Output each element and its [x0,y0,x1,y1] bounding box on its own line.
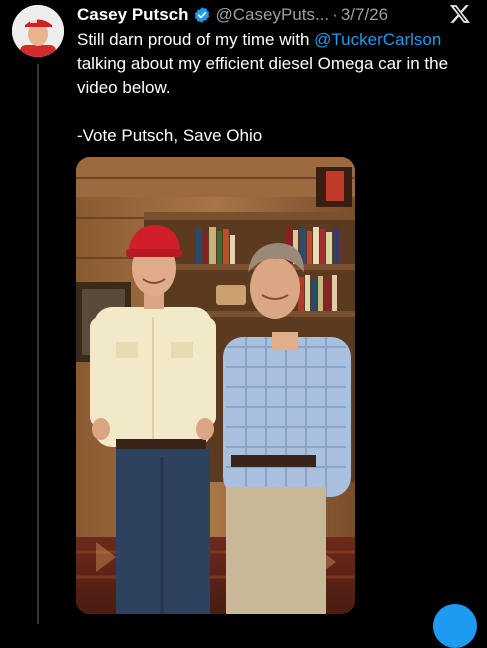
avatar[interactable] [12,5,64,57]
tweet-media-photo[interactable] [76,157,355,614]
tweet-date[interactable]: 3/7/26 [341,5,388,25]
user-handle[interactable]: @CaseyPuts... [216,5,330,25]
thread-line [37,64,39,624]
display-name[interactable]: Casey Putsch [77,5,189,25]
tweet-body: Still darn proud of my time with @Tucker… [77,28,467,148]
tweet-signoff: -Vote Putsch, Save Ohio [77,126,263,145]
tweet-header: Casey Putsch @CaseyPuts... · 3/7/26 [77,3,447,27]
separator-dot: · [332,5,338,24]
mention-link[interactable]: @TuckerCarlson [314,30,441,49]
tweet-paragraph: Still darn proud of my time with @Tucker… [77,28,467,100]
tweet-text-before: Still darn proud of my time with [77,30,315,49]
floating-action-button[interactable] [433,604,477,648]
verified-badge-icon [193,6,211,24]
x-logo-icon [449,3,471,25]
tweet-text-after: talking about my efficient diesel Omega … [77,54,449,97]
